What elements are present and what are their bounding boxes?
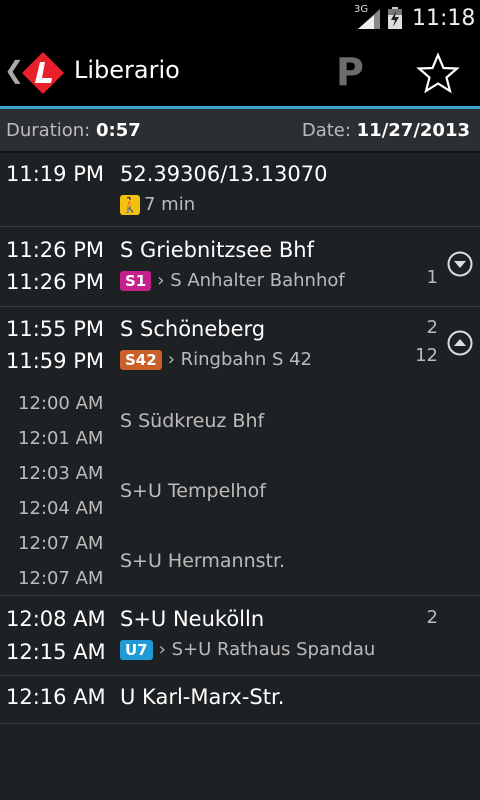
duration-value: 0:57 bbox=[95, 120, 141, 141]
parking-button[interactable]: P bbox=[336, 50, 364, 94]
platform: 1 bbox=[426, 267, 438, 288]
date-summary: Date: 11/27/2013 bbox=[301, 120, 470, 141]
trip-summary: Duration: 0:57 Date: 11/27/2013 bbox=[0, 109, 480, 153]
leg-departure-time: 11:55 PM bbox=[6, 317, 104, 341]
trip-legs-list: 11:19 PM 52.39306/13.13070 🚶 7 min 11:26 … bbox=[0, 153, 480, 800]
leg-arrival-time: 11:59 PM bbox=[6, 349, 104, 373]
line-badge: U7 bbox=[120, 640, 153, 660]
leg-stop: U Karl-Marx-Str. bbox=[120, 685, 285, 709]
leg-row[interactable]: 11:19 PM 52.39306/13.13070 🚶 7 min bbox=[0, 153, 480, 227]
leg-row[interactable]: 11:26 PM S Griebnitzsee Bhf 11:26 PM S1 ›… bbox=[0, 227, 480, 307]
intermediate-arrival: 12:07 AM bbox=[18, 533, 104, 554]
intermediate-departure: 12:04 AM bbox=[18, 498, 104, 519]
favorite-star-icon[interactable] bbox=[416, 52, 460, 96]
intermediate-departure: 12:07 AM bbox=[18, 568, 104, 589]
status-bar: 3G 11:18 bbox=[0, 0, 480, 38]
line-info: U7 › S+U Rathaus Spandau bbox=[120, 639, 375, 660]
pedestrian-icon: 🚶 bbox=[120, 195, 140, 215]
duration-summary: Duration: 0:57 bbox=[6, 120, 141, 141]
app-logo-icon[interactable] bbox=[21, 51, 65, 95]
platform: 12 bbox=[415, 345, 438, 366]
intermediate-arrival: 12:03 AM bbox=[18, 463, 104, 484]
walk-info: 🚶 7 min bbox=[120, 194, 196, 215]
action-bar: ❮ Liberario P bbox=[0, 38, 480, 109]
line-info: S1 › S Anhalter Bahnhof bbox=[120, 270, 345, 291]
line-badge: S1 bbox=[120, 271, 152, 291]
intermediate-stop: S+U Hermannstr. bbox=[120, 550, 286, 572]
battery-icon bbox=[388, 7, 402, 29]
chevron-right-icon: › bbox=[157, 270, 165, 291]
leg-stop: S Schöneberg bbox=[120, 317, 266, 341]
leg-stop: S Griebnitzsee Bhf bbox=[120, 238, 314, 262]
platform: 2 bbox=[426, 607, 438, 628]
leg-time: 12:16 AM bbox=[6, 685, 106, 709]
line-info: S42 › Ringbahn S 42 bbox=[120, 349, 312, 370]
chevron-right-icon: › bbox=[167, 349, 175, 370]
app-title: Liberario bbox=[74, 56, 180, 84]
intermediate-stop: S Südkreuz Bhf bbox=[120, 410, 265, 432]
leg-departure-time: 11:26 PM bbox=[6, 238, 104, 262]
leg-row[interactable]: 11:55 PM S Schöneberg 11:59 PM S42 › Ring… bbox=[0, 307, 480, 596]
leg-stop: S+U Neukölln bbox=[120, 607, 265, 631]
leg-time: 11:19 PM bbox=[6, 162, 104, 186]
intermediate-arrival: 12:00 AM bbox=[18, 393, 104, 414]
intermediate-stop: S+U Tempelhof bbox=[120, 480, 266, 502]
leg-row[interactable]: 12:16 AM U Karl-Marx-Str. bbox=[0, 676, 480, 724]
collapse-up-icon[interactable] bbox=[447, 330, 473, 356]
leg-arrival-time: 12:15 AM bbox=[6, 640, 106, 664]
chevron-right-icon: › bbox=[158, 639, 166, 660]
line-badge: S42 bbox=[120, 350, 162, 370]
leg-arrival-time: 11:26 PM bbox=[6, 270, 104, 294]
leg-stop: 52.39306/13.13070 bbox=[120, 162, 328, 186]
leg-row[interactable]: 12:08 AM S+U Neukölln 12:15 AM U7 › S+U R… bbox=[0, 596, 480, 676]
intermediate-departure: 12:01 AM bbox=[18, 428, 104, 449]
signal-icon bbox=[358, 9, 380, 29]
platform: 2 bbox=[426, 317, 438, 338]
expand-down-icon[interactable] bbox=[447, 251, 473, 277]
date-value: 11/27/2013 bbox=[356, 120, 470, 141]
leg-departure-time: 12:08 AM bbox=[6, 607, 106, 631]
status-clock: 11:18 bbox=[412, 6, 476, 31]
